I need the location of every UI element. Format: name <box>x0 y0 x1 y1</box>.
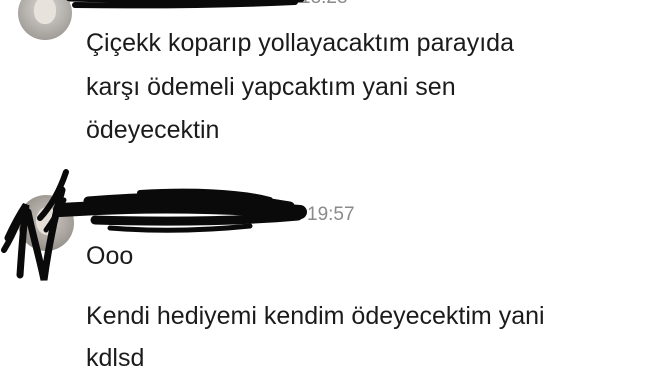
message-timestamp: 19:57 <box>307 204 355 225</box>
message-1[interactable]: 18:28 Çiçekk koparıp yollayacaktım paray… <box>0 0 672 170</box>
message-2[interactable]: 19:57 Ooo Kendi hediyemi kendim ödeyecek… <box>0 170 672 378</box>
sender-avatar[interactable] <box>18 0 72 40</box>
chat-thread: 18:28 Çiçekk koparıp yollayacaktım paray… <box>0 0 672 378</box>
message-text-line: Kendi hediyemi kendim ödeyecektim yani <box>86 302 545 330</box>
message-text-line: ödeyecektin <box>86 116 220 144</box>
message-text-line: Ooo <box>86 242 134 270</box>
message-timestamp: 18:28 <box>300 0 348 9</box>
avatar-face <box>36 207 58 235</box>
message-text-line: kdlsd <box>86 344 145 372</box>
message-text-line: karşı ödemeli yapcaktım yani sen <box>86 73 456 101</box>
sender-avatar[interactable] <box>18 195 74 251</box>
avatar-face <box>34 0 56 24</box>
message-text-line: Çiçekk koparıp yollayacaktım parayıda <box>86 29 514 57</box>
